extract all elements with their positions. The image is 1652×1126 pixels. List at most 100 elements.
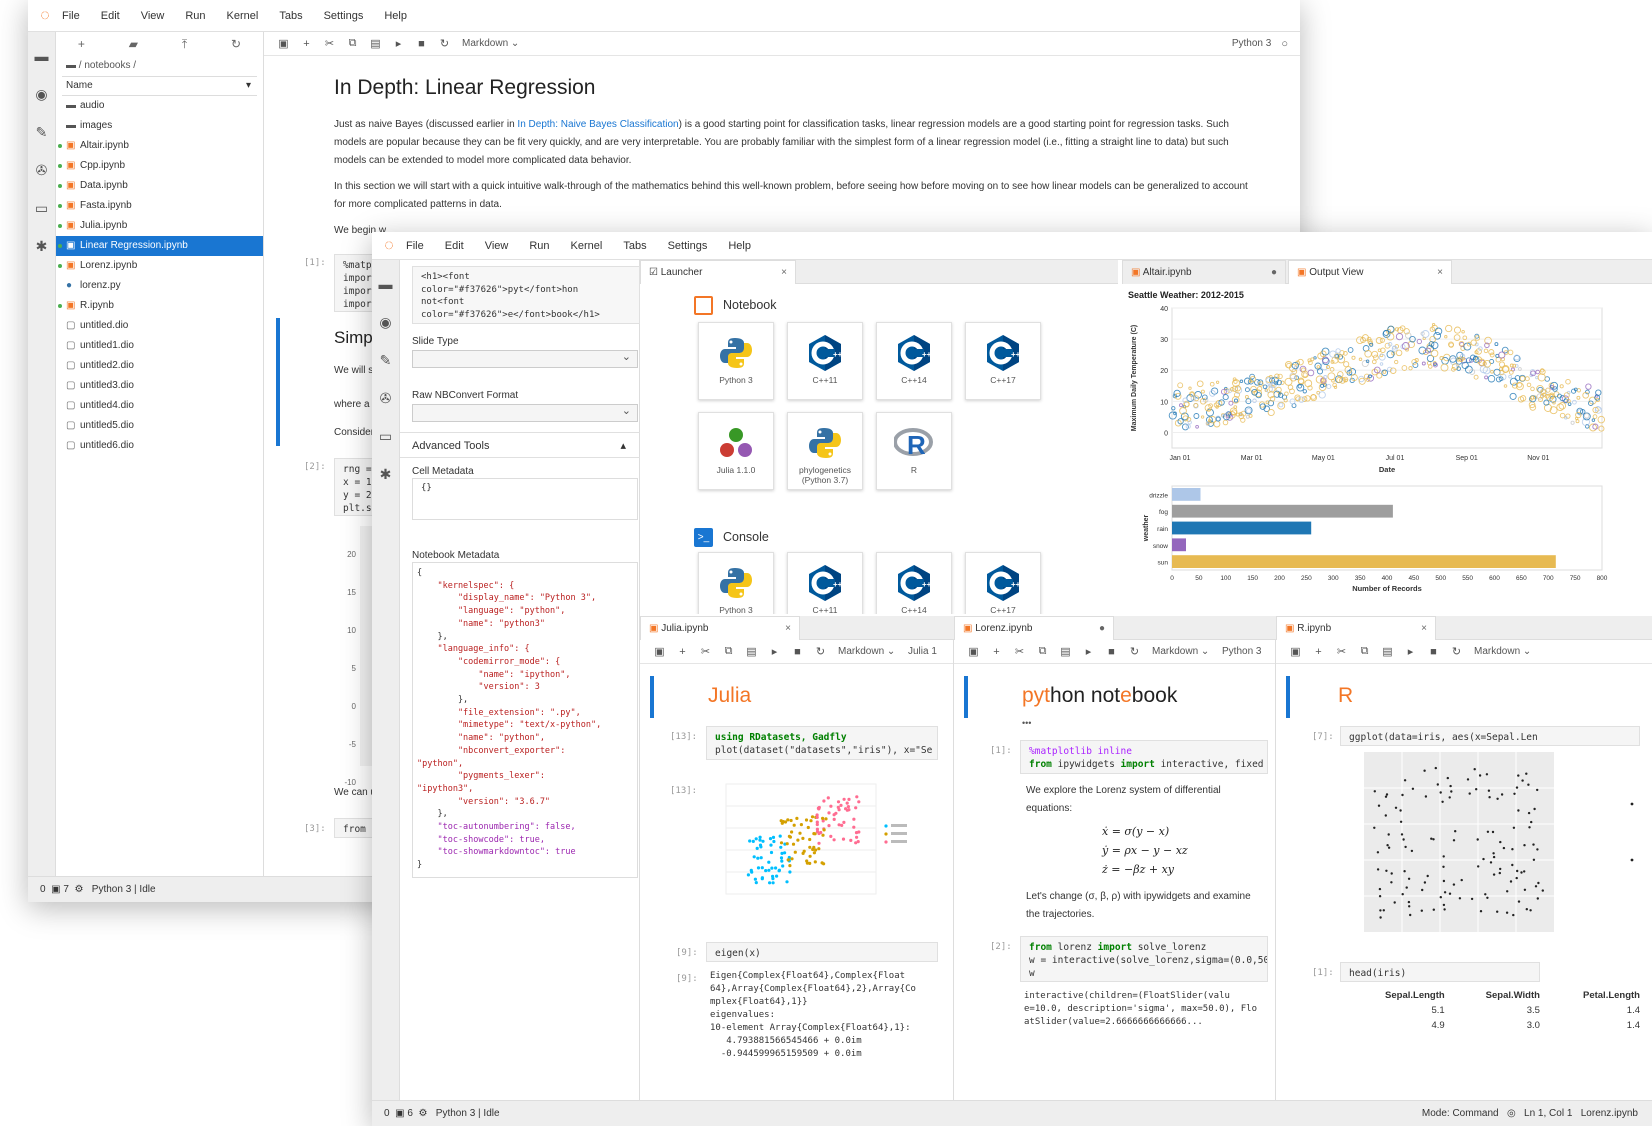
menu-file[interactable]: File: [406, 240, 424, 252]
run-icon[interactable]: ▸: [763, 645, 786, 658]
cursor-position[interactable]: Ln 1, Col 1: [1524, 1108, 1572, 1119]
add-cell-icon[interactable]: +: [671, 646, 694, 658]
cell-type-select[interactable]: Markdown ⌄: [462, 38, 532, 49]
add-cell-icon[interactable]: +: [1307, 646, 1330, 658]
stop-icon[interactable]: ■: [786, 646, 809, 658]
menu-edit[interactable]: Edit: [445, 240, 464, 252]
tabs-icon[interactable]: ▭: [372, 422, 399, 450]
slide-type-select[interactable]: [412, 350, 638, 368]
mode-indicator[interactable]: Mode: Command: [1422, 1108, 1499, 1119]
kernel-card[interactable]: ++ C++11: [787, 322, 863, 400]
close-icon[interactable]: ×: [785, 617, 791, 640]
new-folder-icon[interactable]: ▰: [129, 37, 138, 51]
menu-help[interactable]: Help: [384, 10, 407, 22]
advanced-tools-header[interactable]: Advanced Tools ▴: [400, 432, 640, 458]
running-icon[interactable]: ◉: [28, 80, 55, 108]
menu-kernel[interactable]: Kernel: [227, 10, 259, 22]
restart-icon[interactable]: ↻: [433, 37, 456, 50]
paste-icon[interactable]: ▤: [1376, 645, 1399, 658]
stop-icon[interactable]: ■: [1422, 646, 1445, 658]
breadcrumb[interactable]: ▬ / notebooks /: [56, 56, 263, 76]
cut-icon[interactable]: ✂: [318, 37, 341, 50]
kernel-name[interactable]: Python 3: [1232, 38, 1271, 49]
kernel-card[interactable]: RR: [876, 412, 952, 490]
restart-icon[interactable]: ↻: [809, 645, 832, 658]
cell-metadata-editor[interactable]: {}: [412, 478, 638, 520]
save-icon[interactable]: ▣: [1284, 645, 1307, 658]
tab-julia[interactable]: ▣ Julia.ipynb ×: [640, 616, 800, 640]
paste-icon[interactable]: ▤: [364, 37, 387, 50]
menu-help[interactable]: Help: [728, 240, 751, 252]
notebook-metadata-editor[interactable]: { "kernelspec": { "display_name": "Pytho…: [412, 562, 638, 878]
copy-icon[interactable]: ⧉: [341, 37, 364, 50]
close-icon[interactable]: ×: [1437, 261, 1443, 284]
file-item[interactable]: ▣ Lorenz.ipynb: [56, 256, 263, 276]
kernel-name[interactable]: Julia 1: [908, 646, 937, 657]
kernel-card[interactable]: Python 3: [698, 552, 774, 614]
run-icon[interactable]: ▸: [387, 37, 410, 50]
kernel-card[interactable]: ++ C++14: [876, 552, 952, 614]
extension-icon[interactable]: ✱: [372, 460, 399, 488]
ggplot-code-cell[interactable]: ggplot(data=iris, aes(x=Sepal.Len: [1340, 726, 1640, 746]
close-icon[interactable]: ×: [1421, 617, 1427, 640]
tab-launcher[interactable]: ☑ Launcher ×: [640, 260, 796, 284]
save-icon[interactable]: ▣: [962, 645, 985, 658]
menu-run[interactable]: Run: [529, 240, 549, 252]
julia-code-cell[interactable]: using RDatasets, Gadfly plot(dataset("da…: [706, 726, 938, 760]
kernel-card[interactable]: ++ C++17: [965, 322, 1041, 400]
file-item[interactable]: ▢ untitled5.dio: [56, 416, 263, 436]
add-cell-icon[interactable]: +: [295, 38, 318, 50]
save-icon[interactable]: ▣: [272, 37, 295, 50]
running-icon[interactable]: ◉: [372, 308, 399, 336]
folder-icon[interactable]: ▬: [372, 270, 399, 298]
file-item[interactable]: ▣ Linear Regression.ipynb: [56, 236, 263, 256]
collapsed-cells-ellipsis[interactable]: •••: [1022, 718, 1031, 728]
kernel-card[interactable]: Julia 1.1.0: [698, 412, 774, 490]
file-item[interactable]: ▢ untitled4.dio: [56, 396, 263, 416]
close-icon[interactable]: ×: [781, 261, 787, 284]
save-icon[interactable]: ▣: [648, 645, 671, 658]
eigen-code-cell[interactable]: eigen(x): [706, 942, 938, 962]
folder-icon[interactable]: ▬: [28, 42, 55, 70]
menu-tabs[interactable]: Tabs: [279, 10, 302, 22]
stop-icon[interactable]: ■: [1100, 646, 1123, 658]
run-icon[interactable]: ▸: [1077, 645, 1100, 658]
file-item[interactable]: ● lorenz.py: [56, 276, 263, 296]
head-iris-cell[interactable]: head(iris): [1340, 962, 1540, 982]
add-cell-icon[interactable]: +: [985, 646, 1008, 658]
paste-icon[interactable]: ▤: [1054, 645, 1077, 658]
cut-icon[interactable]: ✂: [1008, 645, 1031, 658]
cell-type-select[interactable]: Markdown ⌄: [1474, 646, 1544, 657]
unsaved-dot-icon[interactable]: ●: [1271, 261, 1277, 284]
lorenz-import-cell[interactable]: %matplotlib inline from ipywidgets impor…: [1020, 740, 1268, 774]
stop-icon[interactable]: ■: [410, 38, 433, 50]
tab-lorenz[interactable]: ▣ Lorenz.ipynb ●: [954, 616, 1114, 640]
copy-icon[interactable]: ⧉: [1353, 645, 1376, 658]
refresh-icon[interactable]: ↻: [231, 37, 241, 51]
bell-icon[interactable]: ◎: [1507, 1108, 1516, 1119]
file-item[interactable]: ▣ Altair.ipynb: [56, 136, 263, 156]
unsaved-dot-icon[interactable]: ●: [1099, 617, 1105, 640]
file-item[interactable]: ▢ untitled3.dio: [56, 376, 263, 396]
file-item[interactable]: ▣ Data.ipynb: [56, 176, 263, 196]
palette-icon[interactable]: ✎: [28, 118, 55, 146]
file-item[interactable]: ▣ Cpp.ipynb: [56, 156, 263, 176]
tab-output-view[interactable]: ▣ Output View ×: [1288, 260, 1452, 284]
restart-icon[interactable]: ↻: [1445, 645, 1468, 658]
lorenz-solve-cell[interactable]: from lorenz import solve_lorenz w = inte…: [1020, 936, 1268, 982]
file-item[interactable]: ▣ Fasta.ipynb: [56, 196, 263, 216]
kernel-card[interactable]: ++ C++11: [787, 552, 863, 614]
tabs-icon[interactable]: ▭: [28, 194, 55, 222]
kernel-card[interactable]: phylogenetics (Python 3.7): [787, 412, 863, 490]
menu-view[interactable]: View: [485, 240, 509, 252]
file-item[interactable]: ▣ Julia.ipynb: [56, 216, 263, 236]
kernel-name[interactable]: Python 3: [1222, 646, 1261, 657]
kernel-card[interactable]: Python 3: [698, 322, 774, 400]
tab-altair[interactable]: ▣ Altair.ipynb ●: [1122, 260, 1286, 284]
wrench-icon[interactable]: ✇: [28, 156, 55, 184]
file-item[interactable]: ▬ images: [56, 116, 263, 136]
menu-run[interactable]: Run: [185, 10, 205, 22]
raw-format-select[interactable]: [412, 404, 638, 422]
extension-icon[interactable]: ✱: [28, 232, 55, 260]
file-item[interactable]: ▬ audio: [56, 96, 263, 116]
